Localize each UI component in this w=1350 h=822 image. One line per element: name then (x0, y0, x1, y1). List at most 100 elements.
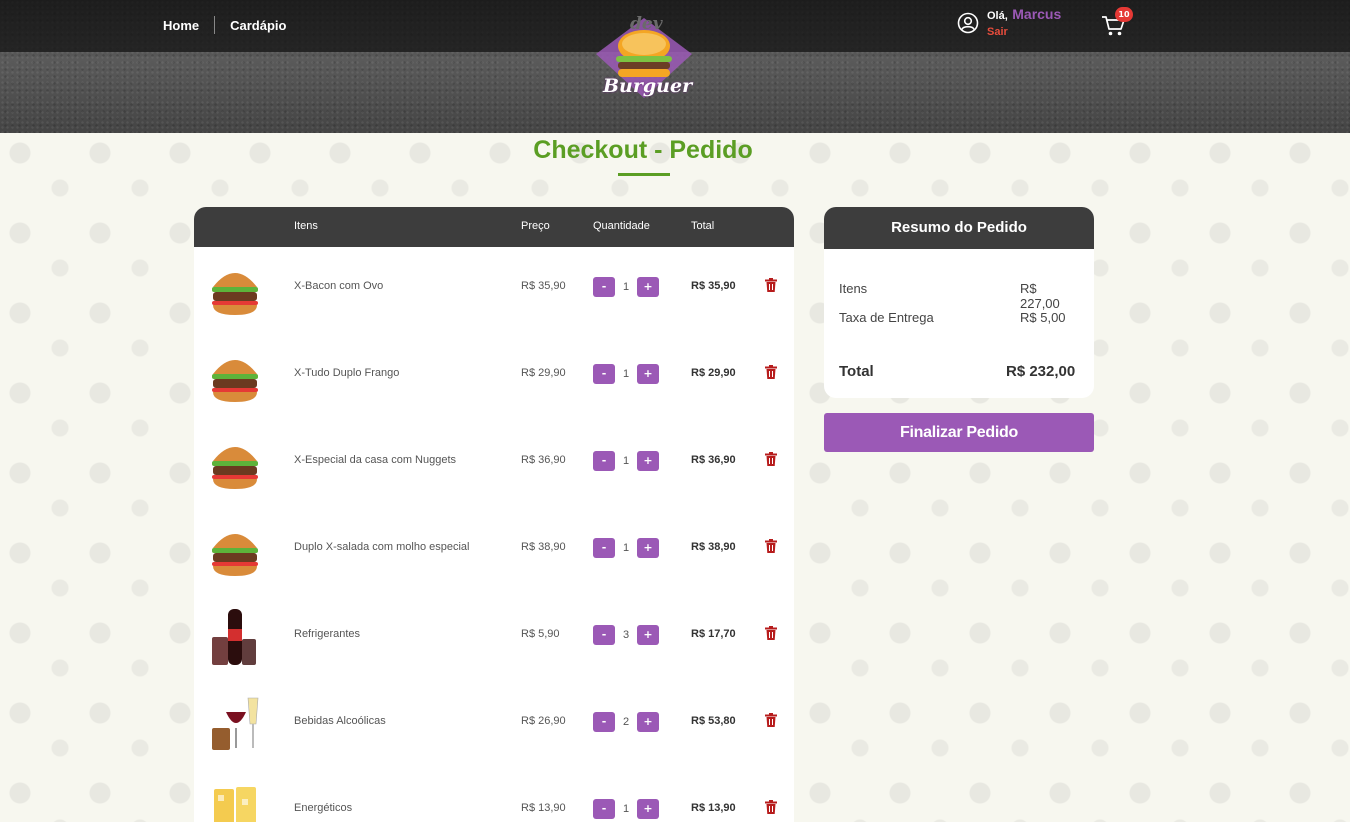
table-row: Duplo X-salada com molho especial R$ 38,9… (194, 508, 794, 595)
header-total: Total (691, 220, 715, 232)
decrease-quantity-button[interactable]: - (593, 364, 615, 384)
logo-burguer-text: Burguer (603, 75, 693, 97)
decrease-quantity-button[interactable]: - (593, 712, 615, 732)
item-price: R$ 35,90 (521, 280, 566, 292)
logo[interactable]: dev Burguer (588, 12, 700, 107)
cart-count-badge: 10 (1115, 7, 1133, 22)
trash-icon[interactable] (765, 365, 777, 379)
increase-quantity-button[interactable]: + (637, 538, 659, 558)
summary-title: Resumo do Pedido (824, 207, 1094, 249)
summary-delivery-value: R$ 5,00 (1020, 310, 1066, 325)
item-total: R$ 17,70 (691, 628, 736, 640)
summary-items-value: R$ 227,00 (1020, 281, 1060, 311)
item-price: R$ 29,90 (521, 367, 566, 379)
user-icon[interactable] (957, 12, 979, 34)
order-summary: Resumo do Pedido Itens R$ 227,00 Taxa de… (824, 207, 1094, 398)
item-name: Energéticos (294, 802, 353, 814)
quantity-value: 2 (622, 716, 630, 728)
table-row: Bebidas Alcoólicas R$ 26,90 -2 + R$ 53,80 (194, 682, 794, 769)
burger-icon (208, 433, 262, 493)
trash-icon[interactable] (765, 539, 777, 553)
decrease-quantity-button[interactable]: - (593, 451, 615, 471)
item-name: X-Especial da casa com Nuggets (294, 454, 457, 466)
quantity-value: 1 (622, 368, 630, 380)
finalize-order-button[interactable]: Finalizar Pedido (824, 413, 1094, 452)
summary-items-label: Itens (839, 281, 868, 296)
increase-quantity-button[interactable]: + (637, 364, 659, 384)
quantity-stepper: -1 + (593, 364, 659, 384)
quantity-stepper: -1 + (593, 799, 659, 819)
quantity-stepper: -1 + (593, 277, 659, 297)
decrease-quantity-button[interactable]: - (593, 625, 615, 645)
burger-icon (208, 346, 262, 406)
decrease-quantity-button[interactable]: - (593, 277, 615, 297)
table-row: Refrigerantes R$ 5,90 -3 + R$ 17,70 (194, 595, 794, 682)
table-row: Energéticos R$ 13,90 -1 + R$ 13,90 (194, 769, 794, 822)
item-price: R$ 36,90 (521, 454, 566, 466)
quantity-stepper: -2 + (593, 712, 659, 732)
user-text: Olá, Marcus Sair (987, 6, 1061, 40)
item-total: R$ 35,90 (691, 280, 736, 292)
header-banner: Home Cardápio dev Burguer Olá, Marcus Sa… (0, 0, 1350, 133)
decrease-quantity-button[interactable]: - (593, 538, 615, 558)
increase-quantity-button[interactable]: + (637, 451, 659, 471)
quantity-value: 3 (622, 629, 630, 641)
item-price: R$ 26,90 (521, 715, 566, 727)
summary-total-label: Total (839, 363, 874, 380)
increase-quantity-button[interactable]: + (637, 799, 659, 819)
item-total: R$ 13,90 (691, 802, 736, 814)
item-name: Refrigerantes (294, 628, 361, 640)
logo-dev-text: dev (630, 14, 663, 34)
quantity-stepper: -3 + (593, 625, 659, 645)
quantity-stepper: -1 + (593, 538, 659, 558)
summary-total-value: R$ 232,00 (1006, 363, 1076, 380)
user-name: Marcus (1012, 6, 1062, 22)
title-underline (618, 173, 670, 176)
nav-menu-link[interactable]: Cardápio (230, 18, 286, 33)
quantity-value: 1 (622, 455, 630, 467)
table-header: Itens Preço Quantidade Total (194, 207, 794, 247)
decrease-quantity-button[interactable]: - (593, 799, 615, 819)
nav-home-link[interactable]: Home (163, 18, 199, 33)
drinks-icon (208, 694, 262, 754)
item-total: R$ 29,90 (691, 367, 736, 379)
item-name: Duplo X-salada com molho especial (294, 541, 470, 553)
summary-delivery-label: Taxa de Entrega (839, 310, 934, 325)
burger-icon (208, 259, 262, 319)
item-total: R$ 36,90 (691, 454, 736, 466)
item-price: R$ 13,90 (521, 802, 566, 814)
trash-icon[interactable] (765, 800, 777, 814)
item-total: R$ 53,80 (691, 715, 736, 727)
cart-table: Itens Preço Quantidade Total X-Bacon com… (194, 207, 794, 822)
trash-icon[interactable] (765, 713, 777, 727)
page-title: Checkout - Pedido (533, 136, 753, 164)
main-nav: Home Cardápio (163, 16, 286, 34)
header-quantity: Quantidade (593, 220, 650, 232)
header-price: Preço (521, 220, 550, 232)
trash-icon[interactable] (765, 278, 777, 292)
header-items: Itens (294, 220, 318, 232)
quantity-value: 1 (622, 803, 630, 815)
trash-icon[interactable] (765, 452, 777, 466)
burger-icon (208, 520, 262, 580)
item-price: R$ 5,90 (521, 628, 560, 640)
item-price: R$ 38,90 (521, 541, 566, 553)
increase-quantity-button[interactable]: + (637, 277, 659, 297)
quantity-stepper: -1 + (593, 451, 659, 471)
item-total: R$ 38,90 (691, 541, 736, 553)
energy-drink-icon (208, 781, 262, 822)
quantity-value: 1 (622, 542, 630, 554)
table-row: X-Tudo Duplo Frango R$ 29,90 -1 + R$ 29,90 (194, 334, 794, 421)
item-name: Bebidas Alcoólicas (294, 715, 386, 727)
quantity-value: 1 (622, 281, 630, 293)
nav-divider (214, 16, 216, 34)
logout-link[interactable]: Sair (987, 24, 1061, 40)
increase-quantity-button[interactable]: + (637, 625, 659, 645)
table-row: X-Bacon com Ovo R$ 35,90 -1 + R$ 35,90 (194, 247, 794, 334)
increase-quantity-button[interactable]: + (637, 712, 659, 732)
user-info: Olá, Marcus Sair (957, 6, 1061, 40)
table-row: X-Especial da casa com Nuggets R$ 36,90 -1… (194, 421, 794, 508)
trash-icon[interactable] (765, 626, 777, 640)
soda-icon (208, 607, 262, 667)
item-name: X-Tudo Duplo Frango (294, 367, 400, 379)
